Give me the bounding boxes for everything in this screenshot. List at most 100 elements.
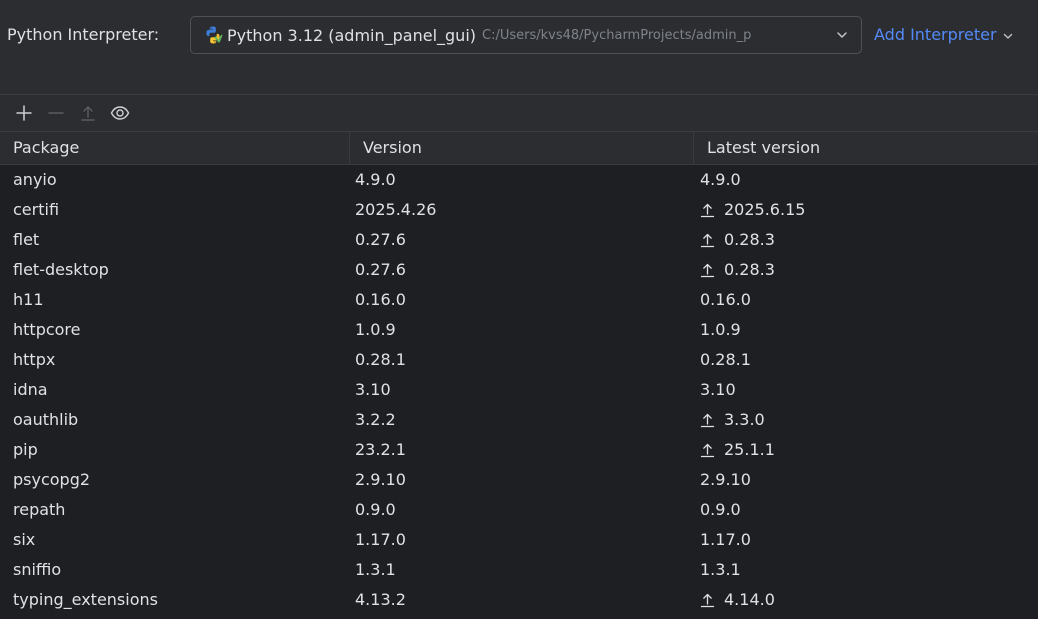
version-cell: 0.27.6 [355, 230, 406, 249]
table-row[interactable]: idna 3.10 3.10 [0, 375, 1038, 405]
table-row[interactable]: h11 0.16.0 0.16.0 [0, 285, 1038, 315]
version-cell: 2025.4.26 [355, 200, 437, 219]
version-cell: 0.16.0 [355, 290, 406, 309]
interpreter-row: Python Interpreter: Python 3.12 (admin_p… [0, 0, 1038, 94]
upgrade-available-icon [700, 413, 715, 428]
package-name-cell: six [13, 530, 36, 549]
latest-version-cell: 1.17.0 [694, 525, 1038, 555]
latest-version-text: 0.9.0 [700, 500, 741, 519]
latest-version-cell: 1.3.1 [694, 555, 1038, 585]
latest-version-cell: 3.3.0 [694, 405, 1038, 435]
table-row[interactable]: anyio 4.9.0 4.9.0 [0, 165, 1038, 195]
plus-icon [16, 105, 32, 121]
python-icon [206, 26, 223, 44]
table-row[interactable]: httpcore 1.0.9 1.0.9 [0, 315, 1038, 345]
version-cell: 3.10 [355, 380, 391, 399]
upgrade-available-icon [700, 443, 715, 458]
latest-version-text: 4.9.0 [700, 170, 741, 189]
table-row[interactable]: repath 0.9.0 0.9.0 [0, 495, 1038, 525]
package-name-cell: certifi [13, 200, 60, 219]
latest-version-text: 0.16.0 [700, 290, 751, 309]
package-name-cell: h11 [13, 290, 44, 309]
latest-version-cell: 0.28.1 [694, 345, 1038, 375]
table-row[interactable]: certifi 2025.4.26 2025.6.15 [0, 195, 1038, 225]
latest-version-text: 1.3.1 [700, 560, 741, 579]
version-cell: 1.17.0 [355, 530, 406, 549]
latest-version-cell: 4.9.0 [694, 165, 1038, 195]
version-cell: 0.28.1 [355, 350, 406, 369]
table-row[interactable]: flet-desktop 0.27.6 0.28.3 [0, 255, 1038, 285]
latest-version-cell: 25.1.1 [694, 435, 1038, 465]
latest-version-text: 4.14.0 [724, 590, 775, 609]
version-cell: 4.9.0 [355, 170, 396, 189]
upgrade-available-icon [700, 263, 715, 278]
package-name-cell: httpx [13, 350, 56, 369]
table-row[interactable]: psycopg2 2.9.10 2.9.10 [0, 465, 1038, 495]
table-row[interactable]: sniffio 1.3.1 1.3.1 [0, 555, 1038, 585]
package-name-cell: idna [13, 380, 48, 399]
package-name-cell: repath [13, 500, 66, 519]
column-header-version[interactable]: Version [350, 132, 694, 164]
uninstall-package-button[interactable] [44, 101, 68, 125]
latest-version-cell: 2.9.10 [694, 465, 1038, 495]
package-name-cell: oauthlib [13, 410, 79, 429]
interpreter-combobox[interactable]: Python 3.12 (admin_panel_gui) C:/Users/k… [190, 16, 862, 54]
package-name-cell: pip [13, 440, 38, 459]
latest-version-text: 1.0.9 [700, 320, 741, 339]
upgrade-available-icon [700, 233, 715, 248]
version-cell: 3.2.2 [355, 410, 396, 429]
latest-version-cell: 0.28.3 [694, 225, 1038, 255]
add-interpreter-link[interactable]: Add Interpreter [874, 25, 1014, 44]
interpreter-name: Python 3.12 (admin_panel_gui) [227, 25, 477, 45]
chevron-down-icon [1003, 33, 1012, 39]
table-row[interactable]: typing_extensions 4.13.2 4.14.0 [0, 585, 1038, 615]
upgrade-available-icon [700, 593, 715, 608]
package-settings-panel: Python Interpreter: Python 3.12 (admin_p… [0, 0, 1038, 619]
package-name-cell: flet-desktop [13, 260, 109, 279]
column-header-package[interactable]: Package [0, 132, 350, 164]
latest-version-text: 0.28.3 [724, 260, 775, 279]
table-row[interactable]: flet 0.27.6 0.28.3 [0, 225, 1038, 255]
latest-version-cell: 1.0.9 [694, 315, 1038, 345]
version-cell: 0.9.0 [355, 500, 396, 519]
latest-version-text: 0.28.1 [700, 350, 751, 369]
version-cell: 1.3.1 [355, 560, 396, 579]
latest-version-text: 2.9.10 [700, 470, 751, 489]
latest-version-text: 2025.6.15 [724, 200, 806, 219]
latest-version-cell: 0.16.0 [694, 285, 1038, 315]
latest-version-cell: 0.9.0 [694, 495, 1038, 525]
minus-icon [48, 112, 64, 114]
table-row[interactable]: pip 23.2.1 25.1.1 [0, 435, 1038, 465]
interpreter-label: Python Interpreter: [7, 25, 160, 44]
package-name-cell: anyio [13, 170, 57, 189]
latest-version-text: 25.1.1 [724, 440, 775, 459]
upgrade-package-button[interactable] [76, 101, 100, 125]
version-cell: 4.13.2 [355, 590, 406, 609]
add-interpreter-label: Add Interpreter [874, 25, 997, 44]
package-name-cell: sniffio [13, 560, 62, 579]
latest-version-cell: 0.28.3 [694, 255, 1038, 285]
package-name-cell: typing_extensions [13, 590, 158, 609]
packages-table: Package Version Latest version anyio 4.9.… [0, 131, 1038, 619]
package-toolbar [0, 95, 1038, 131]
package-name-cell: flet [13, 230, 40, 249]
table-row[interactable]: six 1.17.0 1.17.0 [0, 525, 1038, 555]
upgrade-available-icon [700, 203, 715, 218]
upgrade-icon [81, 106, 95, 121]
package-name-cell: psycopg2 [13, 470, 91, 489]
latest-version-text: 3.10 [700, 380, 736, 399]
show-early-releases-button[interactable] [108, 101, 132, 125]
column-header-latest-version[interactable]: Latest version [694, 132, 1038, 164]
version-cell: 23.2.1 [355, 440, 406, 459]
interpreter-path: C:/Users/kvs48/PycharmProjects/admin_p [482, 27, 752, 43]
latest-version-text: 3.3.0 [724, 410, 765, 429]
latest-version-text: 1.17.0 [700, 530, 751, 549]
table-row[interactable]: httpx 0.28.1 0.28.1 [0, 345, 1038, 375]
eye-icon [110, 106, 130, 120]
install-package-button[interactable] [12, 101, 36, 125]
version-cell: 1.0.9 [355, 320, 396, 339]
table-row[interactable]: oauthlib 3.2.2 3.3.0 [0, 405, 1038, 435]
version-cell: 0.27.6 [355, 260, 406, 279]
version-cell: 2.9.10 [355, 470, 406, 489]
latest-version-cell: 2025.6.15 [694, 195, 1038, 225]
